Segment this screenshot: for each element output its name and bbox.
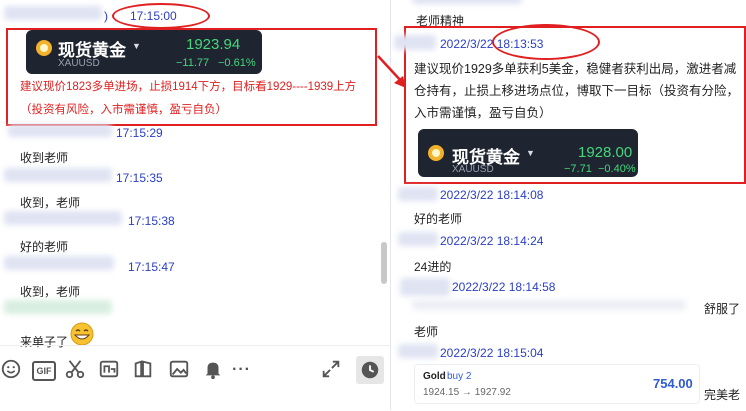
message-time: 2022/3/22 18:13:53: [440, 37, 544, 51]
time-prefix: ): [104, 9, 108, 23]
message-text: 收到，老师: [20, 285, 81, 299]
trade-side: buy 2: [447, 371, 472, 382]
message-text: 好的老师: [20, 240, 69, 254]
history-button[interactable]: [356, 356, 384, 384]
highlight-oval: [112, 3, 210, 29]
scrollbar-thumb[interactable]: [381, 242, 387, 284]
message-text: 舒服了: [704, 302, 741, 316]
quote-change-pct: −0.61%: [218, 57, 256, 69]
expand-icon[interactable]: [320, 358, 342, 380]
message-time: 17:15:35: [116, 171, 163, 185]
message-time: 2022/3/22 18:14:24: [440, 234, 544, 248]
trade-card[interactable]: Gold buy 2 1924.15 → 1927.92 754.00: [414, 364, 700, 404]
message-time: 17:15:47: [128, 260, 175, 274]
quote-price: 1928.00: [578, 144, 633, 161]
left-chat-pane[interactable]: ) 17:15:00 现货黄金 ▼ 1923.94 XAUUSD −11.77 …: [0, 0, 390, 349]
bell-icon[interactable]: [202, 358, 224, 380]
image-icon[interactable]: [168, 358, 190, 380]
quote-symbol: XAUUSD: [58, 58, 100, 69]
trade-profit: 754.00: [653, 376, 693, 391]
bracket-icon[interactable]: [132, 358, 154, 380]
message-text: 收到老师: [20, 151, 69, 165]
gold-coin-icon: [36, 40, 52, 56]
sender-avatar-blur: [8, 124, 112, 137]
quote-price: 1923.94: [186, 36, 241, 53]
sender-avatar-blur: [4, 168, 112, 182]
quote-change-pct: −0.40%: [598, 163, 636, 175]
message-text: 完美老: [704, 388, 741, 402]
gold-coin-icon: [428, 145, 444, 161]
gif-icon[interactable]: GIF: [32, 361, 56, 381]
gold-quote-card[interactable]: 现货黄金 ▼ 1928.00 XAUUSD −7.71 −0.40%: [418, 129, 638, 177]
scissors-icon[interactable]: [64, 358, 86, 380]
snippet-icon[interactable]: [98, 358, 120, 380]
chat-toolbar: GIF ···: [0, 345, 390, 411]
sender-avatar-blur: [412, 0, 522, 4]
sender-avatar-blur: [398, 187, 438, 201]
sender-avatar-blur: [4, 300, 112, 314]
trade-title: Gold: [423, 371, 446, 382]
sender-avatar-blur: [4, 256, 114, 270]
quote-change: −11.77: [176, 57, 210, 69]
sender-avatar-blur: [394, 35, 436, 50]
chevron-down-icon: ▼: [132, 41, 141, 51]
message-time: 2022/3/22 18:15:04: [440, 346, 544, 360]
sender-avatar-blur: [4, 6, 102, 20]
trade-range: 1924.15 → 1927.92: [423, 387, 511, 398]
blurred-content: [412, 300, 686, 310]
emoji-icon[interactable]: [0, 358, 22, 380]
sender-avatar-blur: [400, 278, 450, 296]
chevron-down-icon: ▼: [526, 148, 535, 158]
sender-avatar-blur: [398, 344, 438, 358]
quote-change: −7.71: [564, 163, 592, 175]
history-icon: [361, 361, 379, 379]
message-text: 老师: [414, 325, 439, 339]
message-text: 好的老师: [414, 212, 463, 226]
message-text: 24进的: [414, 260, 452, 274]
quote-symbol: XAUUSD: [452, 164, 494, 175]
grin-emoji-icon: [70, 322, 94, 346]
message-time: 17:15:29: [116, 126, 163, 140]
message-time: 2022/3/22 18:14:58: [452, 280, 556, 294]
gold-quote-card[interactable]: 现货黄金 ▼ 1923.94 XAUUSD −11.77 −0.61%: [26, 30, 262, 74]
message-text: 收到，老师: [20, 196, 81, 210]
message-time: 2022/3/22 18:14:08: [440, 188, 544, 202]
annotation-text: 建议现价1823多单进场，止损1914下方，目标看1929----1939上方（…: [20, 81, 357, 116]
sender-avatar-blur: [398, 232, 438, 246]
message-text: 建议现价1929多单获利5美金，稳健者获利出局，激进者减仓持有，止损上移进场点位…: [414, 62, 740, 120]
sender-avatar-blur: [4, 211, 122, 225]
more-icon[interactable]: ···: [232, 361, 251, 379]
right-chat-pane[interactable]: 老师精神 2022/3/22 18:13:53 建议现价1929多单获利5美金，…: [392, 0, 746, 410]
message-time: 17:15:38: [128, 214, 175, 228]
